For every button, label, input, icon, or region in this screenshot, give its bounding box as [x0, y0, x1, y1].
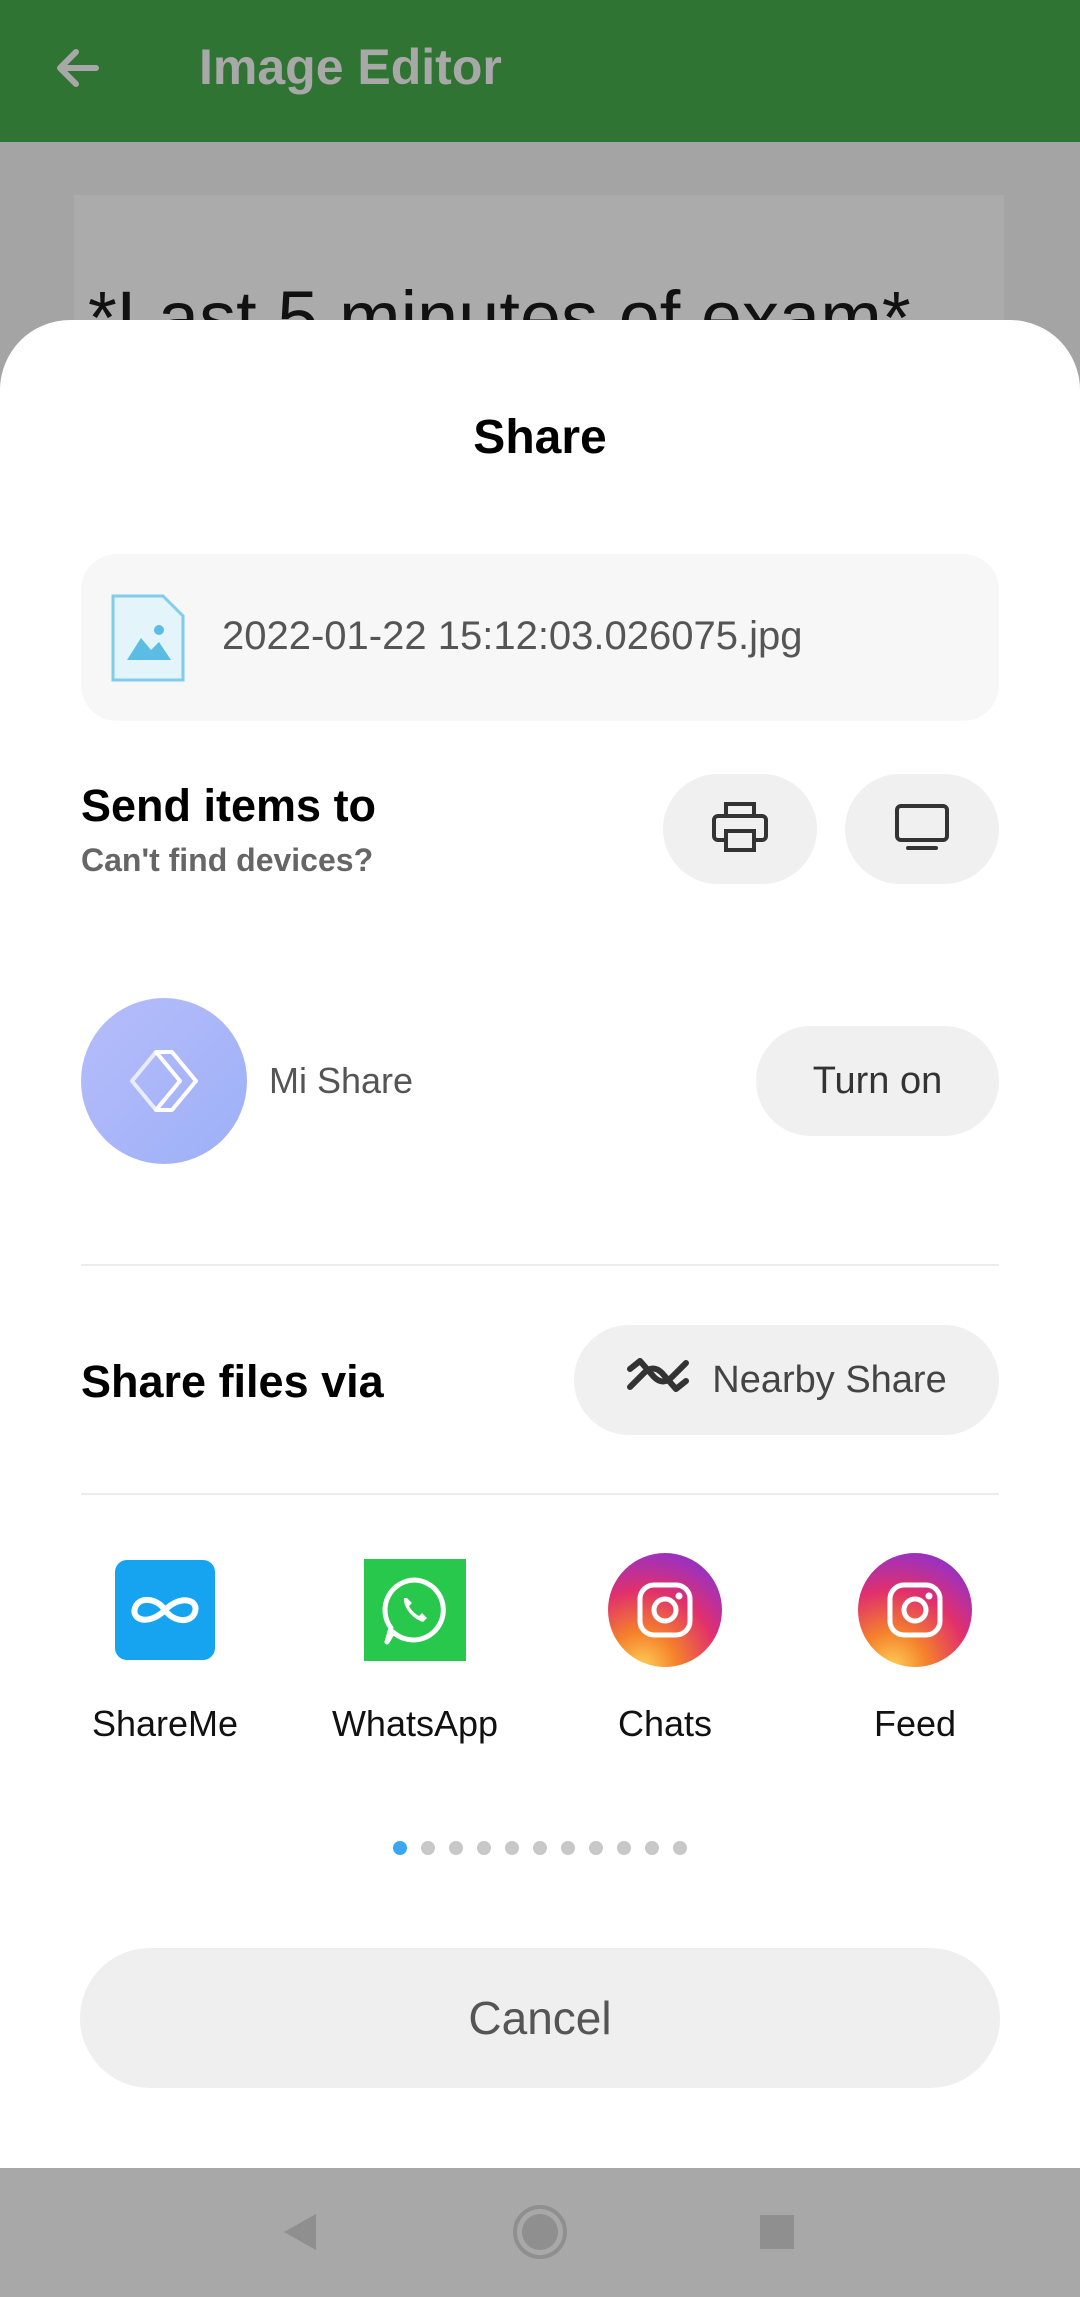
whatsapp-icon — [358, 1553, 472, 1667]
file-name: 2022-01-22 15:12:03.026075.jpg — [222, 614, 803, 658]
cant-find-devices-link[interactable]: Can't find devices? — [81, 842, 373, 879]
mi-share-icon — [81, 998, 247, 1164]
page-dot — [533, 1841, 547, 1855]
share-target-instagram-feed[interactable]: Feed — [790, 1553, 1040, 1753]
share-files-via-title: Share files via — [81, 1356, 384, 1407]
printer-icon — [711, 801, 769, 858]
shareme-icon — [108, 1553, 222, 1667]
share-target-whatsapp[interactable]: WhatsApp — [290, 1553, 540, 1753]
page-dot — [421, 1841, 435, 1855]
nearby-share-icon — [626, 1357, 690, 1403]
app-toolbar: Image Editor — [0, 0, 1080, 142]
image-file-icon — [109, 592, 187, 684]
page-dot — [505, 1841, 519, 1855]
instagram-icon — [858, 1553, 972, 1667]
send-items-title: Send items to — [81, 780, 377, 831]
page-dot — [673, 1841, 687, 1855]
back-arrow-icon[interactable] — [50, 40, 106, 96]
sheet-title: Share — [473, 411, 607, 464]
share-target-instagram-chats[interactable]: Chats — [540, 1553, 790, 1753]
page-dot — [477, 1841, 491, 1855]
instagram-icon — [608, 1553, 722, 1667]
page-dot — [561, 1841, 575, 1855]
turn-on-button[interactable]: Turn on — [756, 1026, 999, 1136]
nearby-share-label: Nearby Share — [712, 1358, 947, 1401]
monitor-icon — [894, 803, 950, 856]
nearby-share-button[interactable]: Nearby Share — [574, 1325, 999, 1435]
share-target-shareme[interactable]: ShareMe — [40, 1553, 290, 1753]
mi-share-label: Mi Share — [269, 1060, 414, 1101]
file-preview-card: 2022-01-22 15:12:03.026075.jpg — [81, 554, 999, 721]
back-icon[interactable] — [268, 2200, 332, 2264]
page-dot-active — [393, 1841, 407, 1855]
divider — [81, 1264, 999, 1266]
app-label: WhatsApp — [331, 1703, 499, 1744]
app-title: Image Editor — [199, 39, 502, 95]
page-dot — [449, 1841, 463, 1855]
app-label: Chats — [617, 1703, 713, 1744]
cancel-button[interactable]: Cancel — [80, 1948, 1000, 2088]
system-nav-bar — [0, 2168, 1080, 2297]
print-button[interactable] — [663, 774, 817, 884]
recents-icon[interactable] — [745, 2200, 809, 2264]
page-dot — [617, 1841, 631, 1855]
cast-to-screen-button[interactable] — [845, 774, 999, 884]
page-dot — [645, 1841, 659, 1855]
divider — [81, 1493, 999, 1495]
page-indicator — [0, 1841, 1080, 1855]
app-label: Feed — [873, 1703, 957, 1744]
app-label: ShareMe — [91, 1703, 239, 1744]
page-dot — [589, 1841, 603, 1855]
share-sheet: Share 2022-01-22 15:12:03.026075.jpg Sen… — [0, 320, 1080, 2168]
home-icon[interactable] — [508, 2200, 572, 2264]
